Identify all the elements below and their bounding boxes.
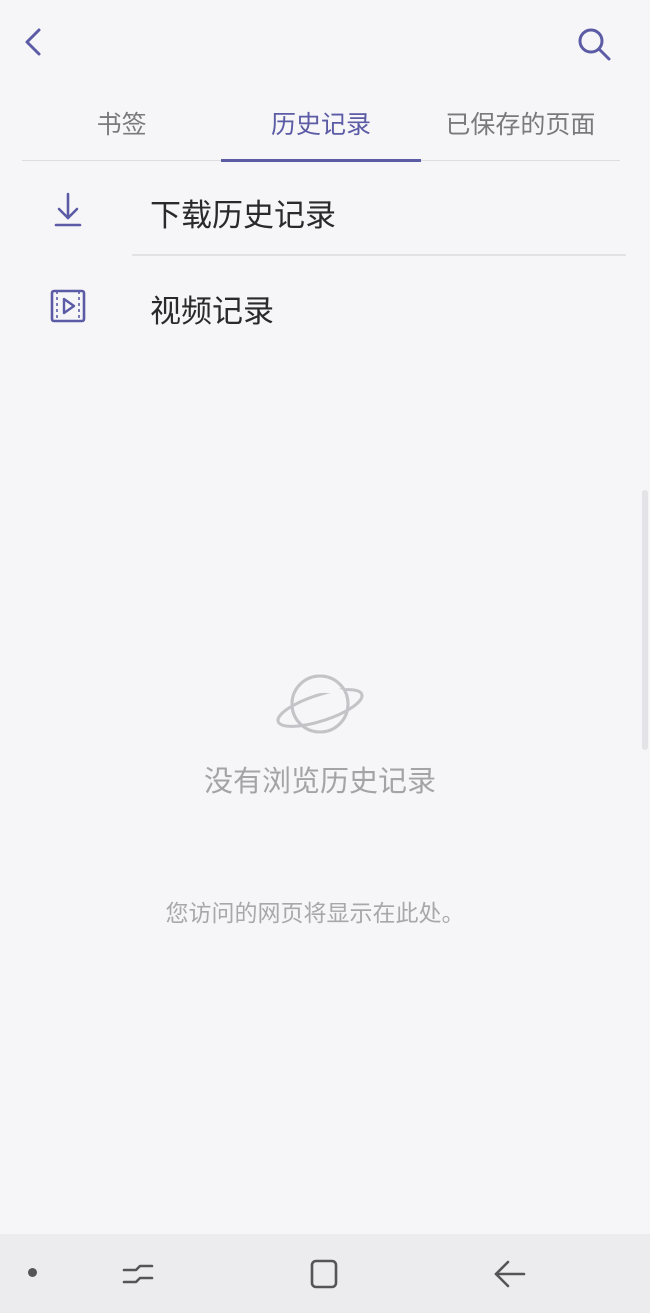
list-item-label: 下载历史记录	[150, 198, 336, 234]
recents-button[interactable]	[114, 1250, 162, 1298]
back-arrow-icon	[494, 1260, 526, 1288]
planet-icon	[272, 664, 368, 744]
list-item-video-history[interactable]: 视频记录	[0, 258, 650, 354]
empty-state-subtitle: 您访问的网页将显示在此处。	[165, 901, 465, 927]
download-icon	[46, 188, 90, 232]
search-icon	[578, 28, 611, 61]
chevron-left-icon	[25, 28, 41, 56]
edge-panel-handle[interactable]	[642, 490, 648, 750]
empty-state-title: 没有浏览历史记录	[203, 764, 436, 798]
history-screen: 书签 历史记录 已保存的页面 下载历史记录 视频记录 没有浏览历史记录 您访问的…	[0, 0, 650, 1313]
tab-bar: 书签 历史记录 已保存的页面	[22, 96, 620, 162]
tab-history[interactable]: 历史记录	[221, 96, 421, 162]
search-button[interactable]	[572, 22, 616, 66]
top-app-bar	[0, 0, 650, 90]
list-divider	[132, 254, 626, 256]
recents-icon	[122, 1264, 154, 1284]
dot-icon[interactable]	[28, 1268, 37, 1277]
list-item-label: 视频记录	[150, 294, 274, 330]
home-icon	[310, 1259, 338, 1289]
system-navigation-bar	[0, 1234, 650, 1313]
list-item-download-history[interactable]: 下载历史记录	[0, 162, 650, 258]
home-button[interactable]	[300, 1250, 348, 1298]
tab-bookmarks[interactable]: 书签	[22, 96, 221, 160]
tab-saved-pages[interactable]: 已保存的页面	[421, 96, 620, 160]
system-back-button[interactable]	[486, 1250, 534, 1298]
back-button[interactable]	[14, 22, 54, 62]
video-icon	[46, 284, 90, 328]
